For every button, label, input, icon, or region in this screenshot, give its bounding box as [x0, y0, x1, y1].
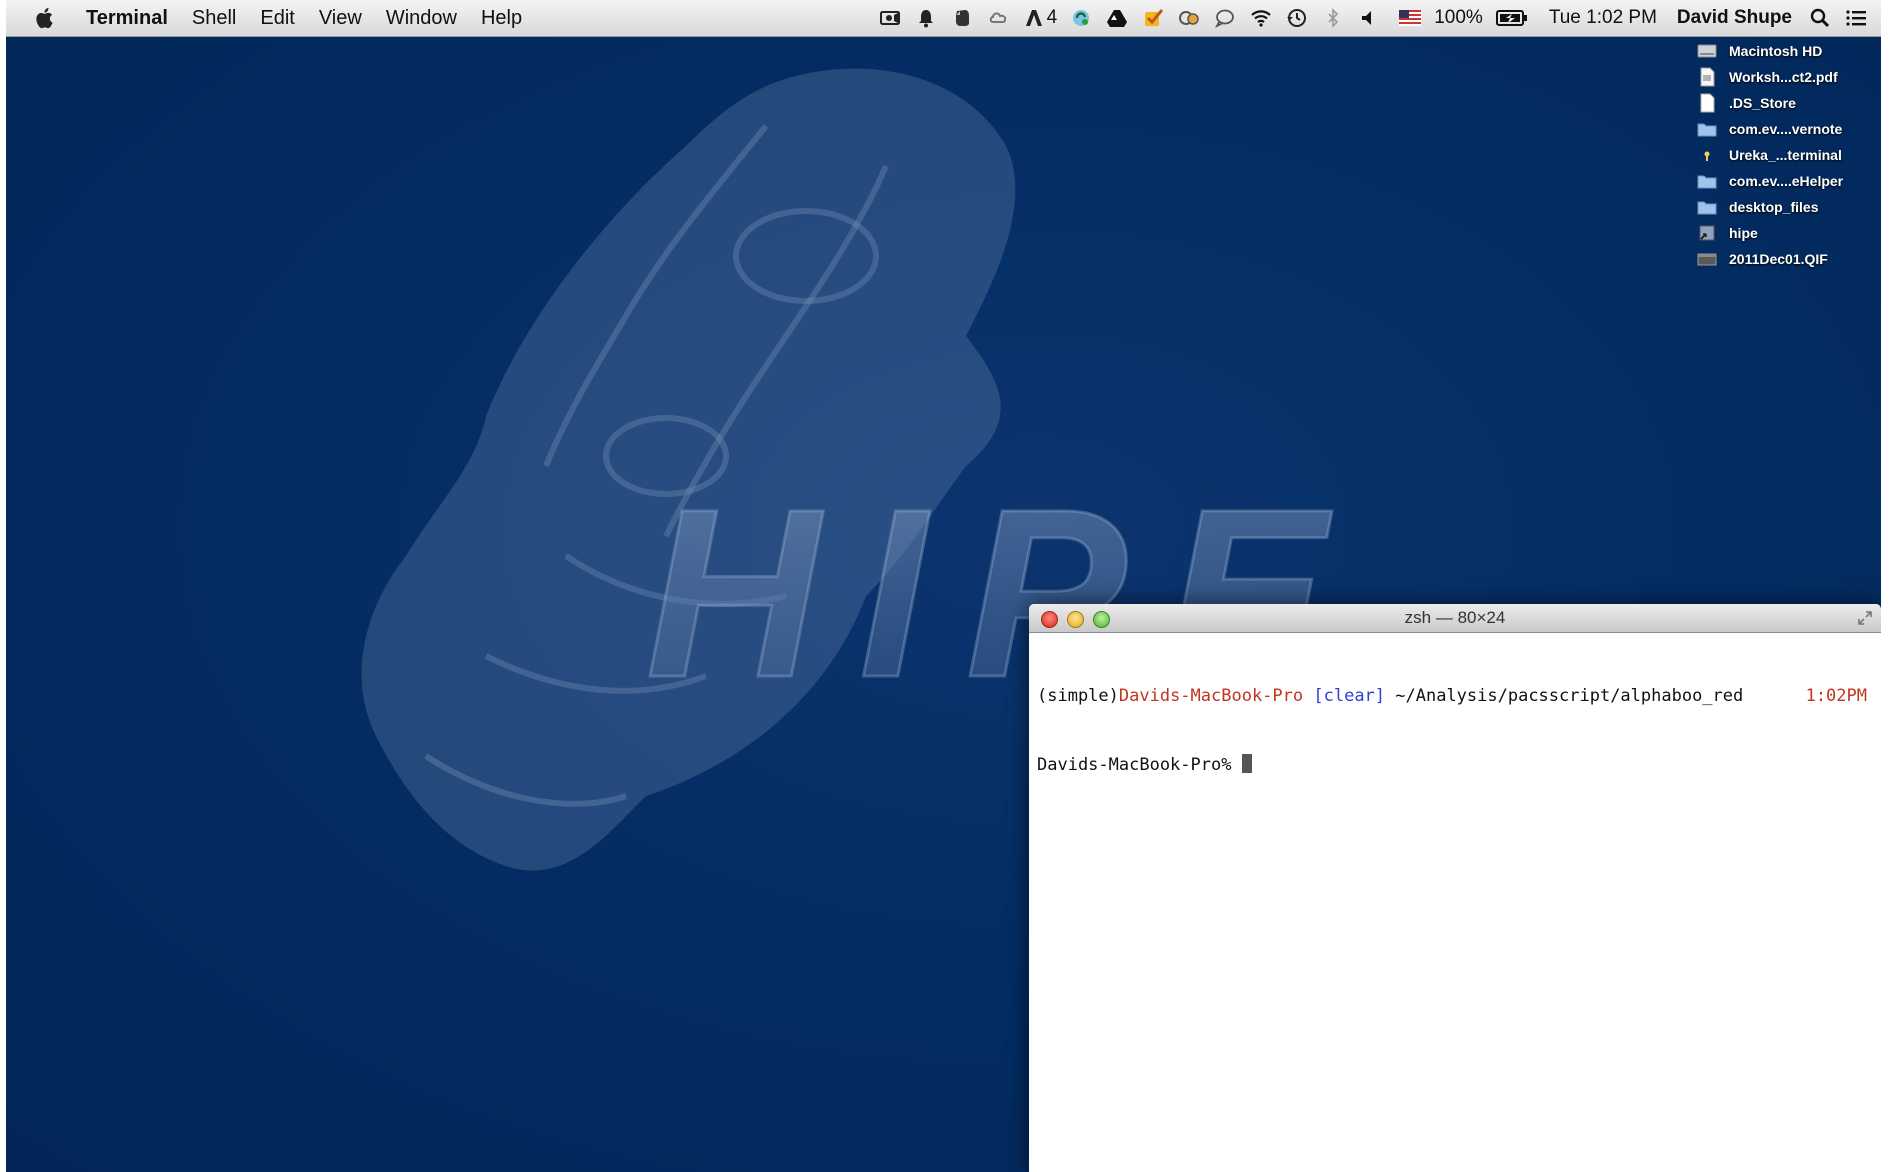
google-drive-icon[interactable]: [1106, 7, 1128, 29]
menu-help[interactable]: Help: [469, 0, 534, 36]
desktop-item-qif-file[interactable]: 2011Dec01.QIF: [1697, 246, 1867, 272]
prompt-env: (simple): [1037, 686, 1119, 706]
window-zoom-button[interactable]: [1093, 611, 1110, 628]
battery-icon[interactable]: [1495, 7, 1528, 29]
terminal-content[interactable]: (simple)Davids-MacBook-Pro [clear] ~/Ana…: [1029, 633, 1881, 829]
prompt-time: 1:02PM: [1805, 686, 1867, 706]
desktop-item-label: 2011Dec01.QIF: [1729, 251, 1828, 267]
apple-menu-icon[interactable]: [32, 5, 58, 31]
desktop-item-macintosh-hd[interactable]: Macintosh HD: [1697, 38, 1867, 64]
terminal-prompt-line: (simple)Davids-MacBook-Pro [clear] ~/Ana…: [1037, 685, 1873, 708]
activity-monitor-icon[interactable]: [1178, 7, 1200, 29]
desktop-item-evernote-folder[interactable]: com.ev....vernote: [1697, 116, 1867, 142]
wifi-icon[interactable]: [1250, 7, 1272, 29]
folder-icon: [1697, 175, 1717, 189]
menu-app-terminal[interactable]: Terminal: [74, 0, 180, 36]
menu-edit[interactable]: Edit: [248, 0, 306, 36]
desktop[interactable]: HIPE Terminal Shell Edit View Window Hel…: [6, 0, 1881, 1172]
evernote-icon[interactable]: [951, 7, 973, 29]
desktop-item-label: Ureka_...terminal: [1729, 147, 1842, 163]
time-machine-icon[interactable]: [1286, 7, 1308, 29]
video-camera-icon[interactable]: [879, 7, 901, 29]
terminal-title-bar[interactable]: zsh — 80×24: [1029, 604, 1881, 633]
desktop-item-label: com.ev....vernote: [1729, 121, 1843, 137]
terminal-window-title: zsh — 80×24: [1404, 608, 1506, 627]
hard-drive-icon: [1697, 44, 1717, 58]
desktop-icon-list: Macintosh HD Worksh...ct2.pdf .DS_Store …: [1697, 38, 1867, 272]
battery-percentage[interactable]: 100%: [1434, 7, 1483, 29]
sync-icon[interactable]: [1070, 7, 1092, 29]
prompt-input-label: Davids-MacBook-Pro%: [1037, 755, 1242, 775]
menu-bar: Terminal Shell Edit View Window Help 4 1…: [6, 0, 1881, 37]
terminal-file-icon: [1704, 151, 1710, 161]
desktop-item-ds-store[interactable]: .DS_Store: [1697, 90, 1867, 116]
desktop-item-label: desktop_files: [1729, 199, 1819, 215]
pdf-file-icon: [1700, 67, 1715, 87]
terminal-window[interactable]: zsh — 80×24 (simple)Davids-MacBook-Pro […: [1029, 604, 1881, 1172]
window-minimize-button[interactable]: [1067, 611, 1084, 628]
menu-shell[interactable]: Shell: [180, 0, 248, 36]
menu-view[interactable]: View: [307, 0, 374, 36]
checkmark-app-icon[interactable]: [1142, 7, 1164, 29]
desktop-item-label: com.ev....eHelper: [1729, 173, 1844, 189]
desktop-item-evernote-helper-folder[interactable]: com.ev....eHelper: [1697, 168, 1867, 194]
prompt-path: ~/Analysis/pacsscript/alphaboo_red: [1385, 686, 1744, 706]
desktop-item-desktop-files[interactable]: desktop_files: [1697, 194, 1867, 220]
text-cursor: [1241, 754, 1252, 773]
alias-icon: [1699, 225, 1715, 241]
desktop-item-label: Worksh...ct2.pdf: [1729, 69, 1838, 85]
notification-bell-icon[interactable]: [915, 7, 937, 29]
messages-bubble-icon[interactable]: [1214, 7, 1236, 29]
desktop-item-ureka-terminal[interactable]: Ureka_...terminal: [1697, 142, 1867, 168]
us-flag-input-icon[interactable]: [1399, 7, 1422, 29]
fullscreen-icon[interactable]: [1857, 610, 1873, 626]
bluetooth-icon[interactable]: [1322, 7, 1344, 29]
desktop-item-label: Macintosh HD: [1729, 43, 1823, 59]
adobe-updater-icon[interactable]: [1023, 7, 1045, 29]
terminal-input-line[interactable]: Davids-MacBook-Pro%: [1037, 754, 1873, 777]
adobe-update-count: 4: [1046, 7, 1058, 28]
spotlight-search-icon[interactable]: [1809, 7, 1831, 29]
folder-icon: [1697, 123, 1717, 137]
volume-icon[interactable]: [1358, 7, 1380, 29]
desktop-item-label: hipe: [1729, 225, 1758, 241]
creative-cloud-icon[interactable]: [987, 7, 1009, 29]
user-account-menu[interactable]: David Shupe: [1677, 7, 1792, 29]
prompt-host: Davids-MacBook-Pro: [1118, 686, 1304, 706]
desktop-item-workshop-pdf[interactable]: Worksh...ct2.pdf: [1697, 64, 1867, 90]
menu-clock[interactable]: Tue 1:02 PM: [1549, 7, 1657, 29]
folder-icon: [1697, 201, 1717, 215]
qif-file-icon: [1697, 253, 1717, 266]
document-icon: [1700, 93, 1715, 113]
desktop-item-hipe[interactable]: hipe: [1697, 220, 1867, 246]
prompt-tag: [clear]: [1313, 686, 1386, 706]
desktop-item-label: .DS_Store: [1729, 95, 1796, 111]
status-menus: 4 100% Tue 1:02 PM David Shupe: [872, 0, 1881, 36]
window-close-button[interactable]: [1041, 611, 1058, 628]
menu-window[interactable]: Window: [374, 0, 469, 36]
notification-center-icon[interactable]: [1845, 7, 1867, 29]
